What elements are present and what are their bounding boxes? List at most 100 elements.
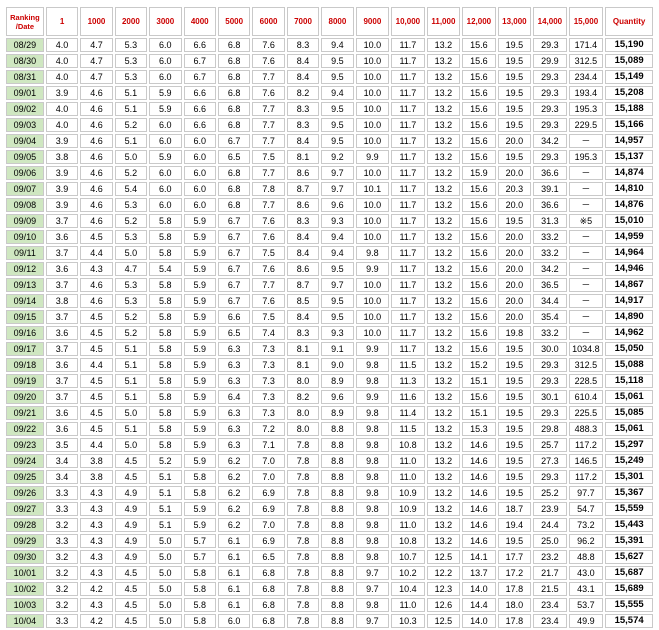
value-cell: 6.8 [217, 198, 251, 212]
value-cell: 5.9 [183, 230, 216, 244]
value-cell: 53.7 [568, 598, 604, 612]
value-cell: 3.7 [45, 390, 79, 404]
value-cell: 6.9 [252, 486, 285, 500]
value-cell: 6.7 [217, 262, 251, 276]
value-cell: 19.5 [497, 534, 532, 548]
value-cell: 5.1 [114, 358, 148, 372]
value-cell: 15.6 [462, 182, 496, 196]
value-cell: 8.8 [321, 598, 354, 612]
value-cell: 8.4 [286, 246, 320, 260]
quantity-cell: 15,188 [605, 102, 653, 116]
value-cell: － [568, 294, 604, 308]
value-cell: 5.1 [114, 422, 148, 436]
value-cell: 7.8 [286, 550, 320, 564]
value-cell: － [568, 134, 604, 148]
table-row: 09/05 3.8 4.6 5.0 5.9 6.0 6.5 7.5 8.1 9.2 9.9 11.7 1… [6, 150, 653, 164]
value-cell: 34.4 [533, 294, 567, 308]
value-cell: 19.5 [497, 118, 532, 132]
value-cell: 9.2 [321, 150, 354, 164]
value-cell: 13.2 [426, 454, 461, 468]
value-cell: 6.2 [217, 470, 251, 484]
value-cell: 4.5 [80, 390, 113, 404]
value-cell: 6.8 [252, 598, 285, 612]
value-cell: 6.2 [217, 486, 251, 500]
value-cell: 5.2 [149, 454, 182, 468]
value-cell: 6.1 [217, 582, 251, 596]
value-cell: 5.9 [183, 342, 216, 356]
quantity-cell: 15,689 [605, 582, 653, 596]
date-cell: 09/24 [6, 454, 44, 468]
value-cell: 7.8 [286, 502, 320, 516]
value-cell: 5.2 [114, 326, 148, 340]
quantity-cell: 15,559 [605, 502, 653, 516]
value-cell: 4.6 [80, 86, 113, 100]
value-cell: 13.2 [426, 406, 461, 420]
quantity-cell: 15,627 [605, 550, 653, 564]
value-cell: 5.2 [114, 214, 148, 228]
value-cell: 146.5 [568, 454, 604, 468]
value-cell: 4.3 [80, 518, 113, 532]
table-row: 09/26 3.3 4.3 4.9 5.1 5.8 6.2 6.9 7.8 8.8 9.8 10.9 1… [6, 486, 653, 500]
value-cell: 7.0 [252, 518, 285, 532]
value-cell: 29.3 [533, 102, 567, 116]
value-cell: 13.2 [426, 166, 461, 180]
value-cell: 6.1 [217, 534, 251, 548]
value-cell: 6.7 [217, 294, 251, 308]
value-cell: 5.8 [149, 278, 182, 292]
value-cell: 6.0 [149, 134, 182, 148]
value-cell: 7.7 [252, 102, 285, 116]
value-cell: 13.2 [426, 486, 461, 500]
quantity-cell: 15,555 [605, 598, 653, 612]
value-cell: 488.3 [568, 422, 604, 436]
rank-header: 9000 [355, 7, 390, 36]
value-cell: 13.2 [426, 422, 461, 436]
value-cell: 11.7 [391, 86, 425, 100]
value-cell: 9.9 [355, 390, 390, 404]
value-cell: 4.4 [80, 438, 113, 452]
value-cell: 48.8 [568, 550, 604, 564]
ranking-table: Ranking/Date 1 1000 2000 3000 4000 5000 … [4, 5, 655, 630]
quantity-cell: 15,137 [605, 150, 653, 164]
value-cell: 11.3 [391, 374, 425, 388]
value-cell: 195.3 [568, 102, 604, 116]
table-row: 09/27 3.3 4.3 4.9 5.1 5.9 6.2 6.9 7.8 8.8 9.8 10.9 1… [6, 502, 653, 516]
value-cell: 9.8 [355, 454, 390, 468]
value-cell: 19.5 [497, 358, 532, 372]
value-cell: 9.5 [321, 118, 354, 132]
value-cell: 7.8 [286, 534, 320, 548]
table-row: 09/03 4.0 4.6 5.2 6.0 6.6 6.8 7.7 8.3 9.5 10.0 11.7… [6, 118, 653, 132]
quantity-cell: 15,574 [605, 614, 653, 628]
value-cell: 10.0 [355, 38, 390, 52]
value-cell: 9.8 [355, 534, 390, 548]
value-cell: 15.6 [462, 294, 496, 308]
table-row: 09/22 3.6 4.5 5.1 5.8 5.9 6.3 7.2 8.0 8.8 9.8 11.5 1… [6, 422, 653, 436]
value-cell: 8.4 [286, 310, 320, 324]
value-cell: 4.0 [45, 54, 79, 68]
value-cell: 19.5 [497, 70, 532, 84]
quantity-cell: 15,050 [605, 342, 653, 356]
value-cell: 11.7 [391, 326, 425, 340]
value-cell: 5.8 [183, 614, 216, 628]
quantity-cell: 14,917 [605, 294, 653, 308]
value-cell: 6.7 [217, 246, 251, 260]
value-cell: 8.3 [286, 118, 320, 132]
value-cell: 193.4 [568, 86, 604, 100]
value-cell: 13.7 [462, 566, 496, 580]
date-cell: 09/18 [6, 358, 44, 372]
value-cell: 6.0 [149, 118, 182, 132]
value-cell: 4.6 [80, 118, 113, 132]
value-cell: 11.7 [391, 134, 425, 148]
value-cell: 9.8 [355, 358, 390, 372]
value-cell: 10.0 [355, 294, 390, 308]
value-cell: 4.6 [80, 166, 113, 180]
value-cell: 4.5 [114, 470, 148, 484]
value-cell: 19.5 [497, 390, 532, 404]
value-cell: 3.3 [45, 486, 79, 500]
value-cell: － [568, 182, 604, 196]
value-cell: 20.0 [497, 262, 532, 276]
value-cell: 4.3 [80, 566, 113, 580]
value-cell: 4.7 [80, 54, 113, 68]
value-cell: 8.8 [321, 550, 354, 564]
value-cell: 4.6 [80, 278, 113, 292]
value-cell: 6.0 [183, 166, 216, 180]
